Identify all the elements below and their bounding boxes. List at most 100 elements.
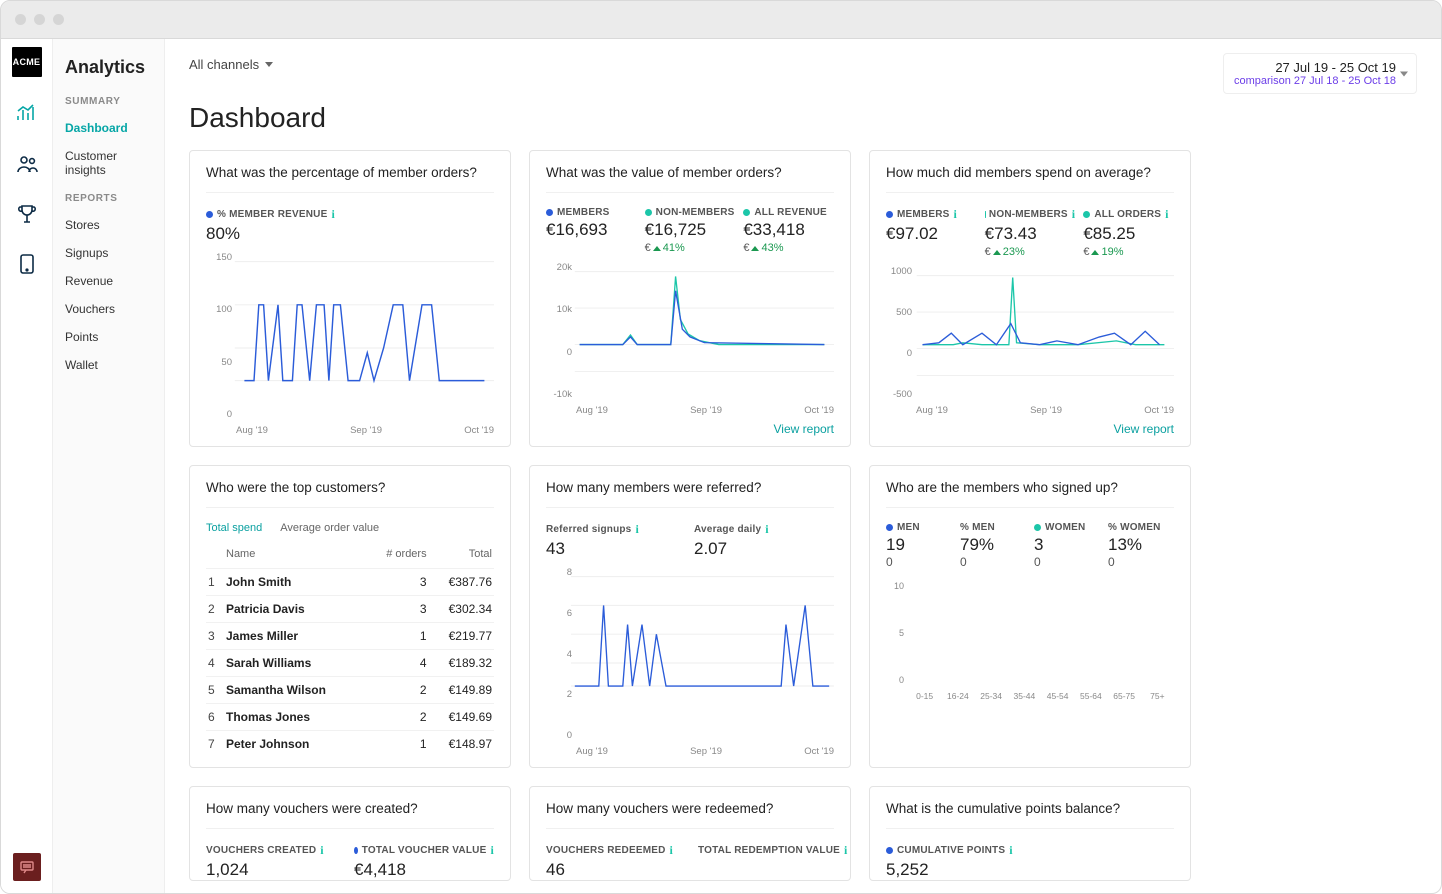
stat-label: WOMEN — [1045, 522, 1085, 533]
info-icon[interactable]: i — [635, 522, 639, 537]
stat-label: Average daily — [694, 524, 761, 535]
feedback-icon[interactable] — [13, 853, 41, 881]
table-row[interactable]: 6Thomas Jones2€149.69 — [206, 704, 494, 731]
tab-avg-order-value[interactable]: Average order value — [280, 522, 379, 534]
analytics-icon[interactable] — [14, 101, 40, 127]
sidebar-item-dashboard[interactable]: Dashboard — [65, 117, 158, 145]
card-vouchers-redeemed: How many vouchers were redeemed? VOUCHER… — [529, 786, 851, 881]
series-dot-icon — [645, 209, 652, 216]
card-title: Who were the top customers? — [206, 480, 494, 508]
table-row[interactable]: 1John Smith3€387.76 — [206, 569, 494, 596]
series-dot-icon — [546, 209, 553, 216]
main-content: All channels 27 Jul 19 - 25 Oct 19 compa… — [165, 39, 1441, 894]
tab-total-spend[interactable]: Total spend — [206, 522, 262, 534]
traffic-min[interactable] — [34, 14, 45, 25]
info-icon[interactable]: i — [1009, 843, 1013, 858]
stat-value: 80% — [206, 224, 494, 244]
stat-label: Referred signups — [546, 524, 631, 535]
sidebar-item-stores[interactable]: Stores — [65, 214, 158, 242]
traffic-close[interactable] — [15, 14, 26, 25]
trend-value: 43% — [761, 242, 783, 254]
rewards-icon[interactable] — [14, 201, 40, 227]
channel-dropdown[interactable]: All channels — [189, 53, 273, 76]
sidebar-section-summary: SUMMARY — [65, 96, 158, 107]
card-title: How many vouchers were created? — [206, 801, 494, 829]
stat-value: 5,252 — [886, 860, 1174, 880]
page-title: Dashboard — [189, 102, 1417, 134]
col-orders: # orders — [367, 544, 428, 569]
info-icon[interactable]: i — [320, 843, 324, 858]
stat-label: MEN — [897, 522, 920, 533]
stat-value: 43 — [546, 539, 686, 559]
traffic-max[interactable] — [53, 14, 64, 25]
view-report-link[interactable]: View report — [774, 422, 834, 436]
date-range-main: 27 Jul 19 - 25 Oct 19 — [1234, 60, 1396, 75]
stat-subvalue: 0 — [886, 555, 952, 569]
stat-value: €97.02 — [886, 224, 977, 244]
info-icon[interactable]: i — [954, 207, 958, 222]
date-range-picker[interactable]: 27 Jul 19 - 25 Oct 19 comparison 27 Jul … — [1223, 53, 1417, 94]
stat-label: ALL REVENUE — [754, 207, 827, 218]
card-title: What was the percentage of member orders… — [206, 165, 494, 193]
members-icon[interactable] — [14, 151, 40, 177]
table-row[interactable]: 7Peter Johnson1€148.97 — [206, 731, 494, 758]
trend-up-icon — [993, 250, 1001, 255]
card-title: What was the value of member orders? — [546, 165, 834, 193]
stat-label: NON-MEMBERS — [656, 207, 735, 218]
info-icon[interactable]: i — [490, 843, 494, 858]
chevron-down-icon — [265, 62, 273, 67]
series-dot-icon — [206, 211, 213, 218]
card-title: What is the cumulative points balance? — [886, 801, 1174, 829]
col-total: Total — [429, 544, 494, 569]
trend-value: 19% — [1101, 246, 1123, 258]
info-icon[interactable]: i — [844, 843, 848, 858]
stat-value: 79% — [960, 535, 1026, 555]
stat-value: 2.07 — [694, 539, 834, 559]
info-icon[interactable]: i — [765, 522, 769, 537]
info-icon[interactable]: i — [670, 843, 674, 858]
sidebar-item-points[interactable]: Points — [65, 326, 158, 354]
card-points-balance: What is the cumulative points balance? C… — [869, 786, 1191, 881]
stat-value: 1,024 — [206, 860, 346, 880]
card-title: Who are the members who signed up? — [886, 480, 1174, 508]
stat-value: €85.25 — [1083, 224, 1174, 244]
sidebar-title: Analytics — [65, 57, 158, 78]
stat-label: NON-MEMBERS — [989, 209, 1068, 220]
trend-up-icon — [653, 246, 661, 251]
table-row[interactable]: 5Samantha Wilson2€149.89 — [206, 677, 494, 704]
date-range-comparison: comparison 27 Jul 18 - 25 Oct 18 — [1234, 75, 1396, 87]
sidebar-item-vouchers[interactable]: Vouchers — [65, 298, 158, 326]
card-title: How many vouchers were redeemed? — [546, 801, 834, 829]
stat-label: CUMULATIVE POINTS — [897, 845, 1005, 856]
window-titlebar — [1, 1, 1441, 39]
table-row[interactable]: 2Patricia Davis3€302.34 — [206, 596, 494, 623]
stat-label: % MEN — [960, 522, 995, 533]
stat-value: €73.43 — [985, 224, 1076, 244]
stat-label: % WOMEN — [1108, 522, 1161, 533]
sidebar-item-wallet[interactable]: Wallet — [65, 354, 158, 382]
table-row[interactable]: 3James Miller1€219.77 — [206, 623, 494, 650]
card-top-customers: Who were the top customers? Total spend … — [189, 465, 511, 768]
stat-subvalue: 0 — [960, 555, 1026, 569]
mobile-icon[interactable] — [14, 251, 40, 277]
stat-value: €33,418 — [743, 220, 834, 240]
card-avg-spend: How much did members spend on average? M… — [869, 150, 1191, 447]
stat-value: 3 — [1034, 535, 1100, 555]
series-dot-icon — [743, 209, 750, 216]
line-chart — [206, 252, 494, 396]
sidebar-item-signups[interactable]: Signups — [65, 242, 158, 270]
series-dot-icon — [1034, 524, 1041, 531]
icon-rail: ACME — [1, 39, 53, 894]
sidebar-item-insights[interactable]: Customer insights — [65, 145, 158, 187]
sidebar-item-revenue[interactable]: Revenue — [65, 270, 158, 298]
stat-label: VOUCHERS REDEEMED — [546, 845, 666, 856]
stat-value: 13% — [1108, 535, 1174, 555]
stat-value: 19 — [886, 535, 952, 555]
card-signed-up: Who are the members who signed up? MEN 1… — [869, 465, 1191, 768]
view-report-link[interactable]: View report — [1114, 422, 1174, 436]
table-row[interactable]: 4Sarah Williams4€189.32 — [206, 650, 494, 677]
info-icon[interactable]: i — [1072, 207, 1076, 222]
info-icon[interactable]: i — [1165, 207, 1169, 222]
info-icon[interactable]: i — [331, 207, 335, 222]
trend-up-icon — [1091, 250, 1099, 255]
